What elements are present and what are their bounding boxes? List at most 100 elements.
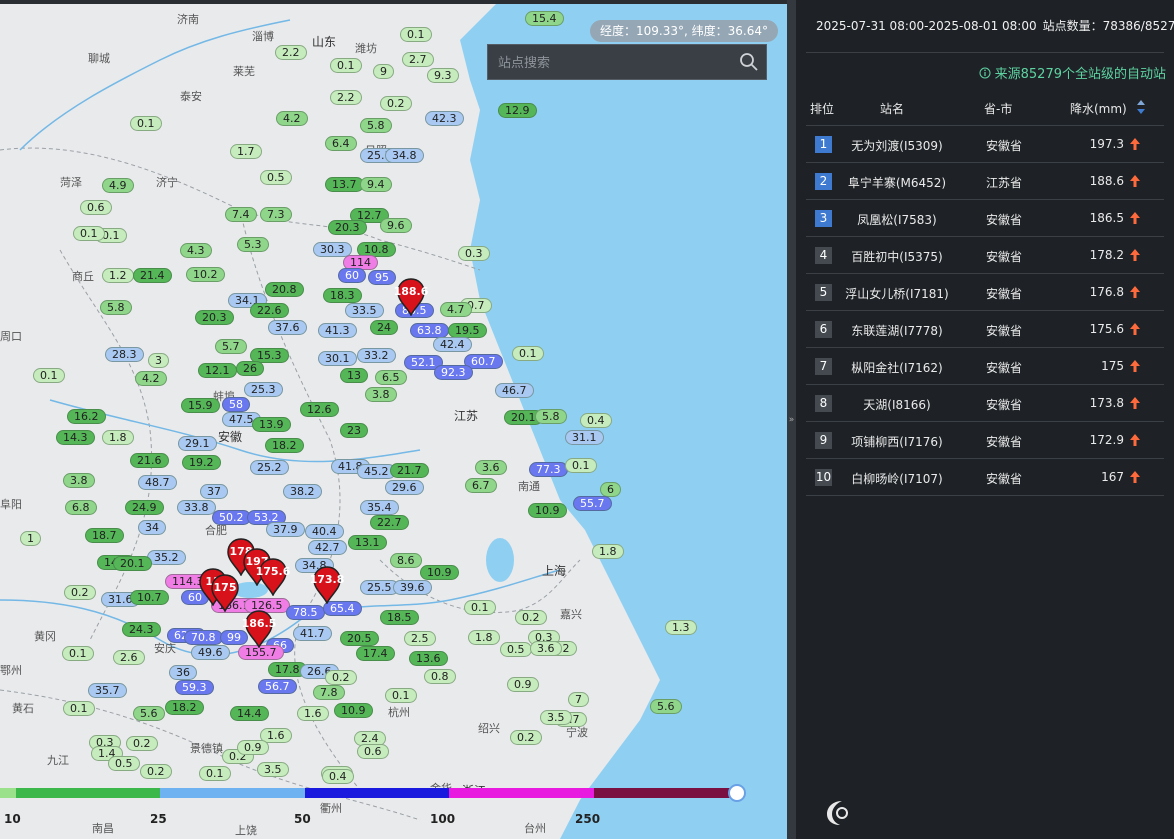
search-icon[interactable] [732,45,766,79]
rainfall-value: 188.6 [1089,174,1124,188]
info-icon [979,67,991,79]
coordinate-readout: 经度：109.33°, 纬度：36.64° [590,20,778,42]
panel-title: 2025-07-31 08:00-2025-08-01 08:00 站点数量：78… [816,17,1174,34]
place-label-fuyang: 阜阳 [0,498,22,511]
rainfall-value: 175 [1101,359,1124,373]
rainfall-value: 186.5 [1089,211,1124,225]
place-label-shanghai: 上海 [542,564,567,578]
table-row[interactable]: 7 枞阳金社(I7162) 安徽省 175 [806,348,1164,385]
top-station-marker[interactable]: 188.6 [394,278,428,316]
rank-badge: 5 [815,284,832,301]
table-row[interactable]: 8 天湖(I8166) 安徽省 173.8 [806,385,1164,422]
legend-segment-2 [160,788,305,798]
place-label-huangshi: 黄石 [12,702,34,715]
place-label-jining: 济宁 [156,176,178,189]
arrow-up-icon [1130,286,1140,298]
time-period: 2025-07-31 08:00-2025-08-01 08:00 [816,19,1037,33]
header-rank: 排位 [810,102,835,116]
station-name[interactable]: 凤凰松(I7583) [832,211,962,228]
rainfall-value: 178.2 [1089,248,1124,262]
place-label-shaoxing: 绍兴 [478,722,500,735]
rank-badge: 10 [815,469,832,486]
legend-segment-4 [449,788,594,798]
top-station-marker[interactable]: 175.6 [256,558,290,596]
marker-label: 188.6 [393,285,429,298]
station-name[interactable]: 百胜初中(I5375) [832,248,962,265]
legend-slider-handle[interactable] [728,784,746,802]
rank-badge: 4 [815,247,832,264]
header-province: 省-市 [984,102,1013,116]
station-province: 安徽省 [985,250,1022,264]
station-province: 安徽省 [985,435,1022,449]
legend-segment-0 [0,788,16,798]
station-province: 安徽省 [985,361,1022,375]
table-row[interactable]: 10 白柳旸岭(I7107) 安徽省 167 [806,459,1164,496]
table-row[interactable]: 1 无为刘渡(I5309) 安徽省 197.3 [806,126,1164,163]
place-label-liaocheng: 聊城 [88,52,110,65]
top-station-marker[interactable]: 173.8 [310,566,344,604]
panel-splitter[interactable]: » [787,0,796,839]
header-rainfall[interactable]: 降水(mm) [1070,100,1127,117]
table-row[interactable]: 2 阜宁羊寨(M6452) 江苏省 188.6 [806,163,1164,200]
place-label-weifang: 潍坊 [355,42,377,55]
station-name[interactable]: 白柳旸岭(I7107) [832,470,962,487]
table-row[interactable]: 4 百胜初中(I5375) 安徽省 178.2 [806,237,1164,274]
station-name[interactable]: 无为刘渡(I5309) [832,137,962,154]
rank-badge: 8 [815,395,832,412]
table-header: 排位 站名 省-市 降水(mm) [806,96,1164,122]
station-province: 安徽省 [985,139,1022,153]
place-label-huanggang: 黄冈 [34,630,56,643]
header-station-name: 站名 [880,102,905,116]
rainfall-legend-bar[interactable] [0,784,746,802]
station-name[interactable]: 项铺柳西(I7176) [832,433,962,450]
station-province: 安徽省 [985,398,1022,412]
arrow-up-icon [1130,175,1140,187]
top-station-marker[interactable]: 175 [210,574,240,612]
station-name[interactable]: 浮山女儿桥(I7181) [832,285,962,302]
ranking-panel: 2025-07-31 08:00-2025-08-01 08:00 站点数量：78… [796,0,1174,839]
place-label-shangqiu: 商丘 [72,270,94,283]
app-root: 济南 山东 淄博 潍坊 聊城 莱芜 泰安 菏泽 济宁 日照 商丘 周口 安徽 蚌埠 江苏 阜阳 合肥 南通 上海 黄冈… [0,0,1174,839]
rainfall-map[interactable]: 济南 山东 淄博 潍坊 聊城 莱芜 泰安 菏泽 济宁 日照 商丘 周口 安徽 蚌埠 江苏 阜阳 合肥 南通 上海 黄冈… [0,0,787,839]
arrow-up-icon [1130,360,1140,372]
table-row[interactable]: 5 浮山女儿桥(I7181) 安徽省 176.8 [806,274,1164,311]
rainfall-value: 176.8 [1089,285,1124,299]
sort-icon[interactable] [1136,98,1146,116]
station-province: 安徽省 [985,324,1022,338]
table-row[interactable]: 3 凤凰松(I7583) 安徽省 186.5 [806,200,1164,237]
station-name[interactable]: 天湖(I8166) [832,396,962,413]
place-label-rizhao: 日照 [365,144,387,157]
place-label-anqing: 安庆 [154,642,176,655]
place-label-jiangsu: 江苏 [454,409,479,423]
table-row[interactable]: 6 东联莲湖(I7778) 安徽省 175.6 [806,311,1164,348]
rank-badge: 9 [815,432,832,449]
rainfall-value: 173.8 [1089,396,1124,410]
place-label-hefei: 合肥 [205,524,227,537]
collapse-icon[interactable]: » [787,415,796,425]
marker-label: 175 [213,581,237,594]
rank-badge: 1 [815,136,832,153]
table-row[interactable]: 9 项铺柳西(I7176) 安徽省 172.9 [806,422,1164,459]
place-label-anhui: 安徽 [218,430,243,444]
station-name[interactable]: 阜宁羊寨(M6452) [832,174,962,191]
rank-badge: 6 [815,321,832,338]
arrow-up-icon [1130,212,1140,224]
marker-label: 186.5 [241,617,277,630]
place-label-jinan: 济南 [177,13,199,26]
place-label-ezhou: 鄂州 [0,664,22,677]
legend-label-1: 25 [150,812,167,826]
arrow-up-icon [1130,397,1140,409]
station-province: 江苏省 [985,176,1022,190]
rainfall-value: 197.3 [1089,137,1124,151]
station-name[interactable]: 枞阳金社(I7162) [832,359,962,376]
station-search[interactable] [487,44,767,80]
station-search-input[interactable] [488,45,732,79]
place-label-nantong: 南通 [518,480,540,493]
place-label-jiujiang: 九江 [47,754,69,767]
top-station-marker[interactable]: 186.5 [242,610,276,648]
place-label-jingdezhen: 景德镇 [190,742,223,755]
place-label-ningbo: 宁波 [566,726,588,739]
legend-label-2: 50 [294,812,311,826]
legend-segment-3 [305,788,449,798]
station-name[interactable]: 东联莲湖(I7778) [832,322,962,339]
